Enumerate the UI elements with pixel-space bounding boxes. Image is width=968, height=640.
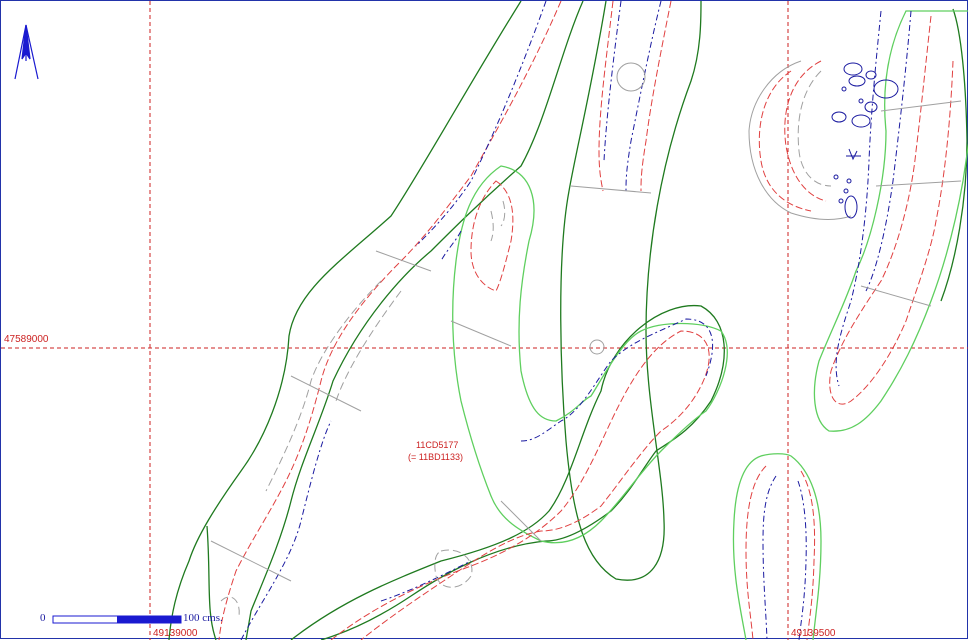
map-drawing [1,1,968,640]
scale-unit: cms. [202,612,223,624]
rock-art-map: 47589000 49139000 49139500 11CD5177 (= 1… [0,0,968,640]
rock-outline-dark [168,1,968,640]
north-arrow-icon [14,24,39,80]
grid-lines [1,1,968,640]
grid-label-easting-right: 49139500 [791,628,836,639]
contour-red [218,1,954,640]
scale-end-value: 100 [183,612,200,624]
grid-label-northing: 47589000 [4,334,49,345]
scale-bar [52,615,182,624]
scale-start-label: 0 [40,612,46,624]
feature-alias-label: (= 11BD1133) [408,452,463,462]
rock-outline-gray [210,60,962,582]
contour-blue [240,1,912,640]
feature-id-label: 11CD5177 [416,440,459,450]
scale-end-label: 100 cms. [183,612,223,624]
rock-outline-light [452,10,968,640]
grid-label-easting-left: 49139000 [153,628,198,639]
petroglyph-marks [831,62,899,219]
